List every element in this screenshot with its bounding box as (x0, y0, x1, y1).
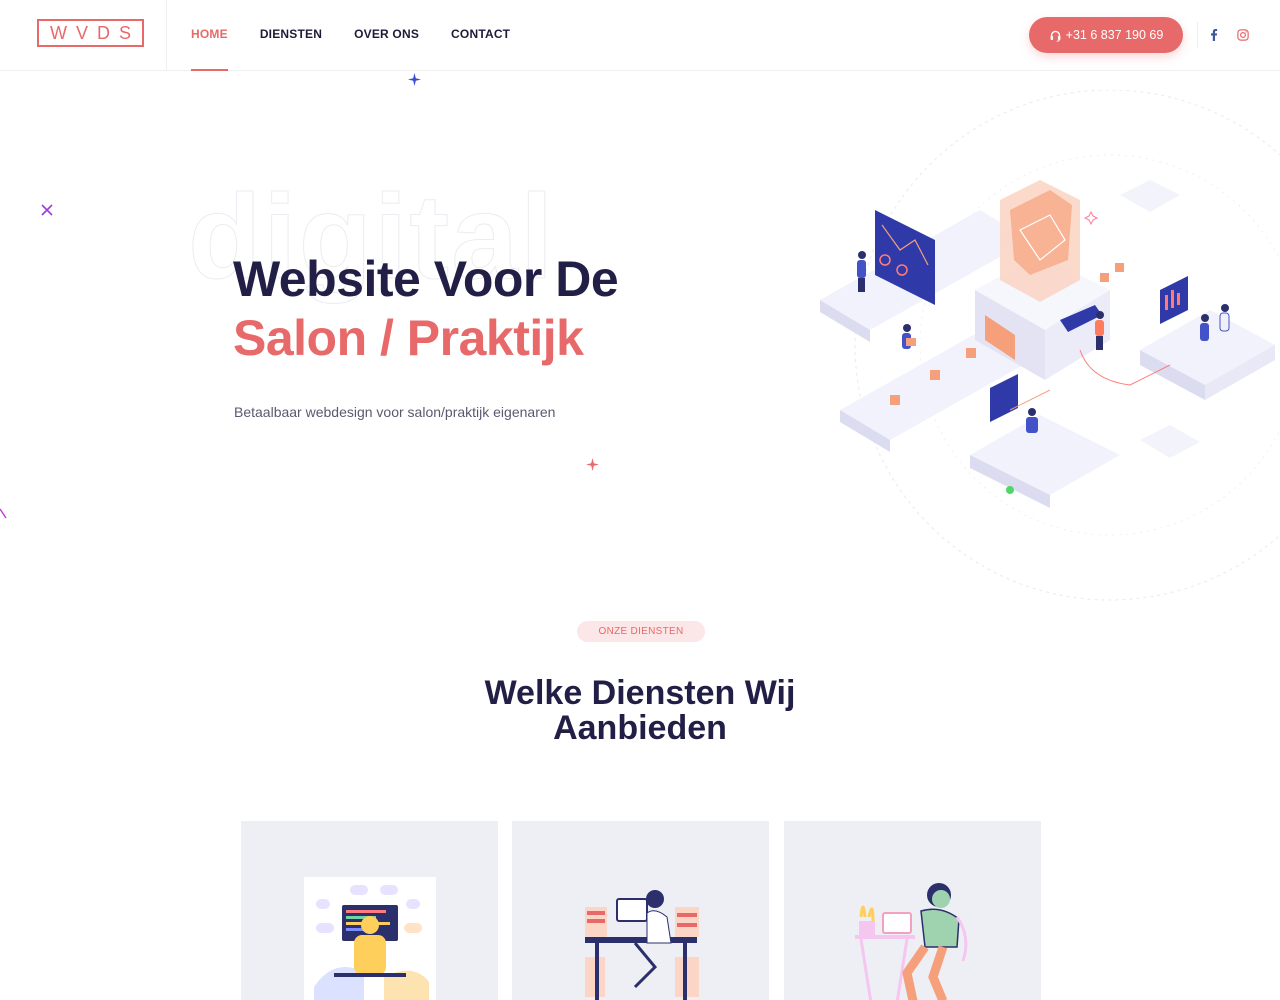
site-header: WVDS HOME DIENSTEN OVER ONS CONTACT +31 … (0, 0, 1280, 71)
hero-subtitle: Betaalbaar webdesign voor salon/praktijk… (234, 404, 556, 420)
phone-button[interactable]: +31 6 837 190 69 (1029, 17, 1183, 53)
hero-title-line2: Salon / Praktijk (233, 310, 584, 366)
service-card[interactable] (241, 821, 498, 1000)
facebook-icon[interactable] (1206, 27, 1222, 43)
logo[interactable]: WVDS (37, 19, 144, 47)
nav-contact[interactable]: CONTACT (451, 0, 510, 71)
isometric-illustration (820, 90, 1280, 601)
instagram-icon[interactable] (1235, 27, 1251, 43)
nav-home[interactable]: HOME (191, 0, 228, 71)
sparkle-icon (408, 73, 421, 86)
section-title-line1: Welke Diensten Wij (484, 674, 796, 712)
section-title-line2: Aanbieden (553, 709, 727, 747)
hero-title: Website Voor De Salon / Praktijk (233, 250, 619, 368)
service-card[interactable] (784, 821, 1041, 1000)
nav-diensten[interactable]: DIENSTEN (260, 0, 322, 71)
section-pill: ONZE DIENSTEN (577, 621, 705, 642)
service-card[interactable] (512, 821, 769, 1000)
line-decoration (0, 508, 7, 519)
developer-illustration (303, 877, 436, 1000)
designer-illustration (584, 890, 699, 1000)
cross-icon (41, 204, 53, 216)
phone-number: +31 6 837 190 69 (1065, 28, 1164, 42)
section-title: Welke Diensten Wij Aanbieden (440, 676, 840, 746)
hero-title-line1: Website Voor De (233, 251, 619, 307)
divider (1197, 22, 1198, 48)
main-nav: HOME DIENSTEN OVER ONS CONTACT (191, 0, 510, 71)
sparkle-icon (586, 458, 599, 471)
nav-over-ons[interactable]: OVER ONS (354, 0, 419, 71)
divider (166, 0, 167, 71)
headset-icon (1050, 30, 1061, 42)
consultant-illustration (854, 883, 967, 1000)
